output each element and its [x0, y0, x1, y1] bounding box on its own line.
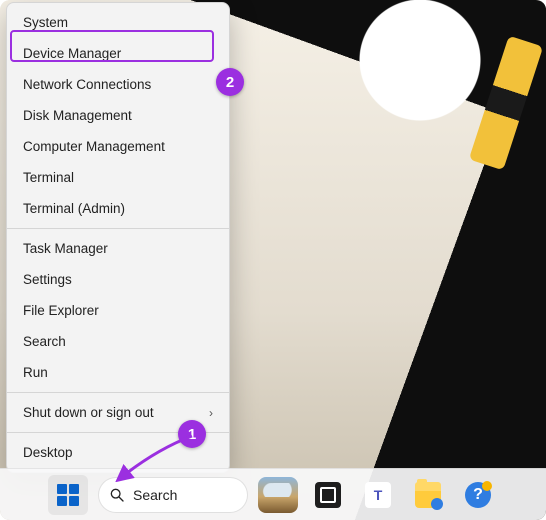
file-explorer-icon [415, 482, 441, 508]
task-view-icon [315, 482, 341, 508]
menu-item-terminal[interactable]: Terminal [7, 162, 229, 193]
taskbar-search[interactable]: Search [98, 477, 248, 513]
start-button[interactable] [48, 475, 88, 515]
desktop: System Device Manager Network Connections D… [0, 0, 546, 520]
menu-item-shut-down-or-sign-out[interactable]: Shut down or sign out › [7, 397, 229, 428]
get-help-icon: ? [465, 482, 491, 508]
menu-item-desktop[interactable]: Desktop [7, 437, 229, 468]
menu-item-label: File Explorer [23, 303, 99, 318]
menu-item-terminal-admin[interactable]: Terminal (Admin) [7, 193, 229, 224]
file-explorer-button[interactable] [408, 475, 448, 515]
search-label: Search [133, 487, 177, 503]
teams-button[interactable]: T [358, 475, 398, 515]
menu-separator [7, 432, 229, 433]
menu-separator [7, 228, 229, 229]
menu-item-label: Disk Management [23, 108, 132, 123]
menu-separator [7, 392, 229, 393]
menu-item-label: Network Connections [23, 77, 151, 92]
menu-item-label: Terminal [23, 170, 74, 185]
winx-menu: System Device Manager Network Connections D… [6, 2, 230, 473]
start-icon [57, 484, 79, 506]
menu-item-computer-management[interactable]: Computer Management [7, 131, 229, 162]
menu-item-file-explorer[interactable]: File Explorer [7, 295, 229, 326]
menu-item-label: Computer Management [23, 139, 165, 154]
menu-item-network-connections[interactable]: Network Connections [7, 69, 229, 100]
menu-item-label: Settings [23, 272, 72, 287]
menu-item-disk-management[interactable]: Disk Management [7, 100, 229, 131]
menu-item-label: System [23, 15, 68, 30]
menu-item-label: Device Manager [23, 46, 121, 61]
get-help-button[interactable]: ? [458, 475, 498, 515]
menu-item-label: Task Manager [23, 241, 108, 256]
menu-item-label: Desktop [23, 445, 73, 460]
menu-item-label: Run [23, 365, 48, 380]
search-icon [109, 487, 125, 503]
menu-item-label: Search [23, 334, 66, 349]
menu-item-device-manager[interactable]: Device Manager [7, 38, 229, 69]
menu-item-search[interactable]: Search [7, 326, 229, 357]
weather-widget-button[interactable] [258, 475, 298, 515]
menu-item-run[interactable]: Run [7, 357, 229, 388]
menu-item-task-manager[interactable]: Task Manager [7, 233, 229, 264]
weather-widget-icon [258, 477, 298, 513]
menu-item-label: Shut down or sign out [23, 405, 154, 420]
taskbar: Search T ? [0, 468, 546, 520]
menu-item-label: Terminal (Admin) [23, 201, 125, 216]
chevron-right-icon: › [209, 406, 213, 420]
menu-item-settings[interactable]: Settings [7, 264, 229, 295]
menu-item-system[interactable]: System [7, 7, 229, 38]
teams-icon: T [365, 482, 391, 508]
task-view-button[interactable] [308, 475, 348, 515]
